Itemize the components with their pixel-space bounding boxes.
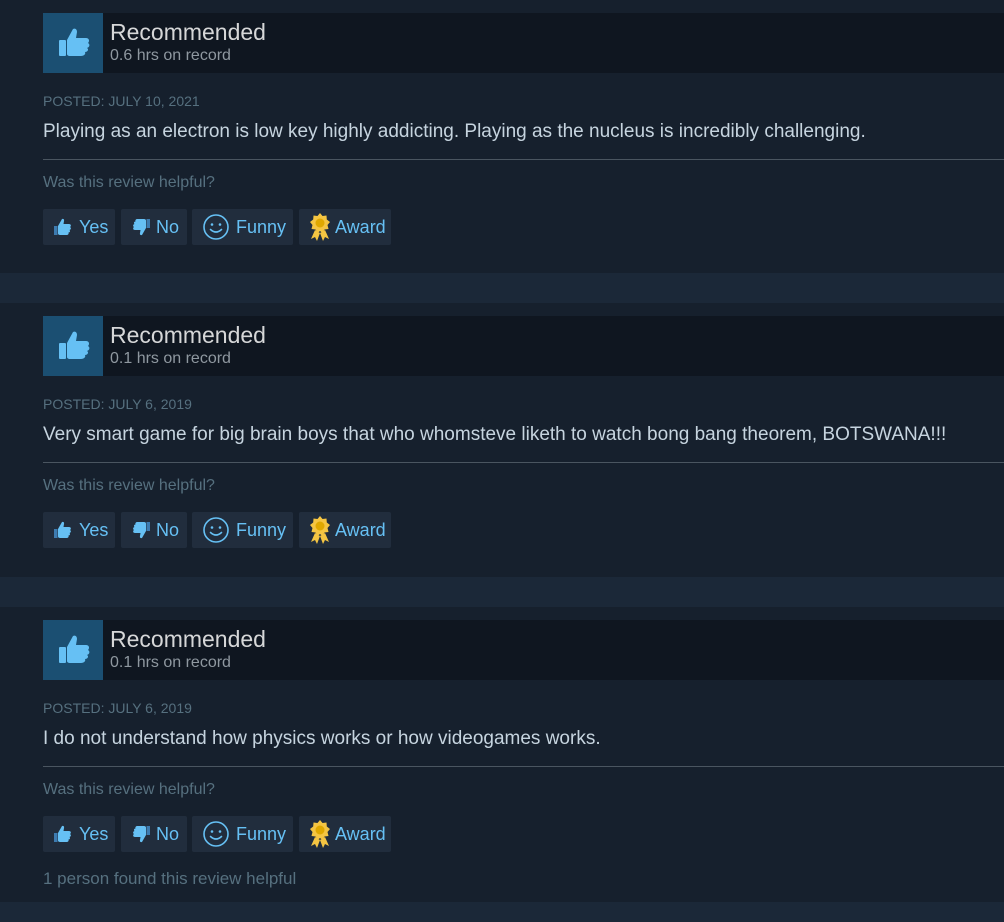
review-divider [43,159,1004,160]
thumbs-down-icon [131,816,153,852]
helpful-question: Was this review helpful? [43,781,215,798]
review-content: Playing as an electron is low key highly… [43,121,866,142]
smiley-icon [202,209,230,245]
review-vote-header[interactable]: Recommended 0.1 hrs on record [43,316,1004,376]
review-hours-on-record: 0.6 hrs on record [110,47,231,64]
review-card: Recommended 0.6 hrs on record POSTED: JU… [0,0,1004,273]
funny-button[interactable]: Funny [192,512,293,548]
funny-button[interactable]: Funny [192,209,293,245]
no-label: No [156,217,180,237]
award-button[interactable]: Award [299,512,391,548]
yes-button[interactable]: Yes [43,816,115,852]
thumbs-down-icon [131,209,153,245]
review-posted-date: POSTED: JULY 10, 2021 [43,93,200,109]
funny-label: Funny [236,824,287,844]
yes-label: Yes [79,217,109,237]
reviews-page: Recommended 0.6 hrs on record POSTED: JU… [0,0,1004,922]
award-icon [307,209,333,245]
no-button[interactable]: No [121,209,187,245]
review-hours-on-record: 0.1 hrs on record [110,350,231,367]
smiley-icon [202,816,230,852]
yes-label: Yes [79,824,109,844]
thumbs-up-icon [43,620,103,680]
thumbs-up-icon [51,209,73,245]
no-button[interactable]: No [121,512,187,548]
award-icon [307,512,333,548]
thumbs-up-icon [43,13,103,73]
review-verdict[interactable]: Recommended [110,322,266,348]
funny-button[interactable]: Funny [192,816,293,852]
no-label: No [156,520,180,540]
helpful-question: Was this review helpful? [43,174,215,191]
award-label: Award [335,217,386,237]
thumbs-up-icon [51,816,73,852]
review-content: I do not understand how physics works or… [43,728,601,749]
award-label: Award [335,824,386,844]
review-divider [43,462,1004,463]
review-divider [43,766,1004,767]
no-button[interactable]: No [121,816,187,852]
review-content: Very smart game for big brain boys that … [43,424,947,445]
thumbs-up-icon [43,316,103,376]
review-verdict[interactable]: Recommended [110,19,266,45]
yes-button[interactable]: Yes [43,209,115,245]
yes-button[interactable]: Yes [43,512,115,548]
award-button[interactable]: Award [299,816,391,852]
helpful-question: Was this review helpful? [43,477,215,494]
yes-label: Yes [79,520,109,540]
review-vote-header[interactable]: Recommended 0.6 hrs on record [43,13,1004,73]
review-card: Recommended 0.1 hrs on record POSTED: JU… [0,607,1004,902]
review-card: Recommended 0.1 hrs on record POSTED: JU… [0,303,1004,577]
award-button[interactable]: Award [299,209,391,245]
no-label: No [156,824,180,844]
funny-label: Funny [236,217,287,237]
thumbs-down-icon [131,512,153,548]
review-posted-date: POSTED: JULY 6, 2019 [43,396,192,412]
funny-label: Funny [236,520,287,540]
review-posted-date: POSTED: JULY 6, 2019 [43,700,192,716]
award-label: Award [335,520,386,540]
award-icon [307,816,333,852]
review-hours-on-record: 0.1 hrs on record [110,654,231,671]
review-verdict[interactable]: Recommended [110,626,266,652]
review-vote-header[interactable]: Recommended 0.1 hrs on record [43,620,1004,680]
thumbs-up-icon [51,512,73,548]
smiley-icon [202,512,230,548]
helpful-count: 1 person found this review helpful [43,869,297,888]
